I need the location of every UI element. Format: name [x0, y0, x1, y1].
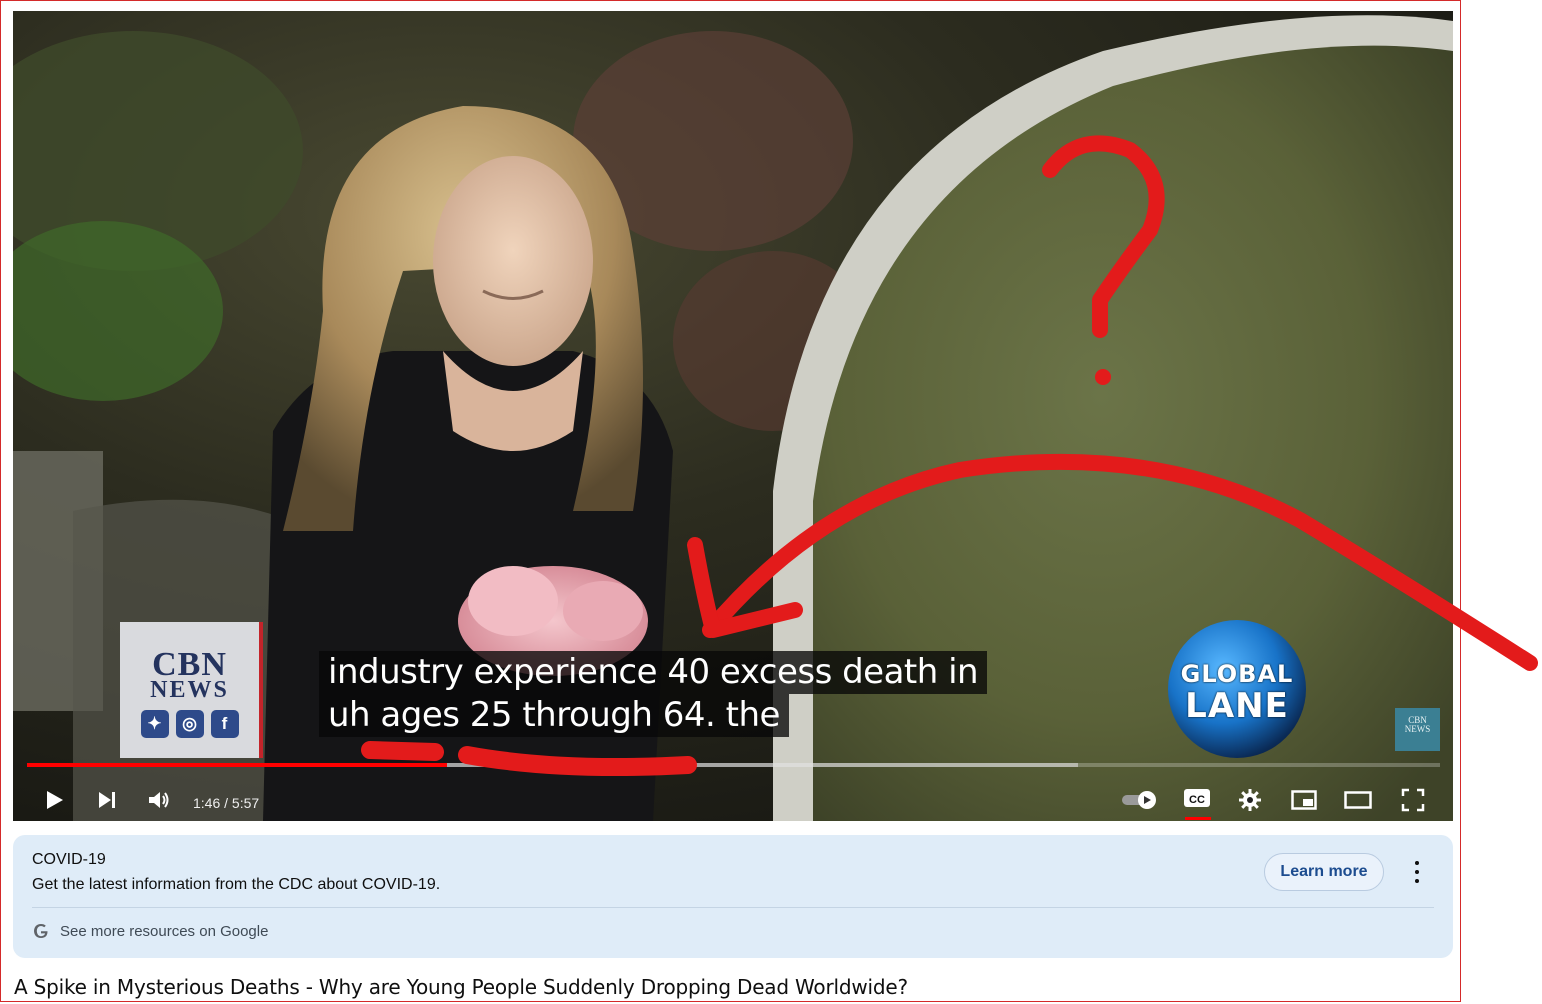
volume-icon[interactable]	[142, 783, 176, 817]
facebook-icon: f	[210, 710, 239, 738]
fullscreen-icon[interactable]	[1396, 783, 1430, 817]
divider	[32, 907, 1434, 908]
video-title: A Spike in Mysterious Deaths - Why are Y…	[14, 975, 908, 999]
svg-text:CC: CC	[1189, 794, 1205, 806]
miniplayer-icon[interactable]	[1287, 783, 1321, 817]
cbn-news-logo: CBN NEWS ✦ ◎ f	[120, 622, 263, 758]
google-g-icon	[34, 924, 48, 938]
play-icon[interactable]	[37, 783, 71, 817]
channel-watermark[interactable]: CBN NEWS	[1395, 708, 1440, 751]
twitter-icon: ✦	[140, 710, 169, 738]
instagram-icon: ◎	[175, 710, 204, 738]
info-panel-description: Get the latest information from the CDC …	[32, 876, 441, 893]
theater-mode-icon[interactable]	[1341, 783, 1375, 817]
player-controls: 1:46 / 5:57 CC	[13, 771, 1453, 821]
info-panel-title: COVID-19	[32, 851, 106, 868]
cc-active-indicator	[1185, 817, 1211, 820]
settings-gear-icon[interactable]	[1233, 783, 1267, 817]
global-lane-logo: GLOBAL LANE	[1168, 620, 1306, 758]
autoplay-toggle-icon[interactable]	[1118, 783, 1160, 817]
more-options-icon[interactable]	[1407, 861, 1427, 883]
time-display: 1:46 / 5:57	[193, 795, 260, 811]
caption-box: industry experience 40 excess death in u…	[319, 651, 988, 737]
played-bar	[27, 763, 447, 767]
cc-icon[interactable]: CC	[1179, 781, 1215, 815]
video-player[interactable]: CBN NEWS ✦ ◎ f GLOBAL LANE CBN NEWS indu…	[13, 11, 1453, 821]
learn-more-button[interactable]: Learn more	[1264, 853, 1384, 891]
caption-line: industry experience 40 excess death in	[319, 651, 988, 694]
progress-bar[interactable]	[27, 763, 1440, 767]
see-more-resources-link[interactable]: See more resources on Google	[60, 923, 268, 940]
next-icon[interactable]	[90, 783, 124, 817]
caption-line: uh ages 25 through 64. the	[319, 694, 789, 737]
covid-info-panel: COVID-19 Get the latest information from…	[13, 835, 1453, 958]
